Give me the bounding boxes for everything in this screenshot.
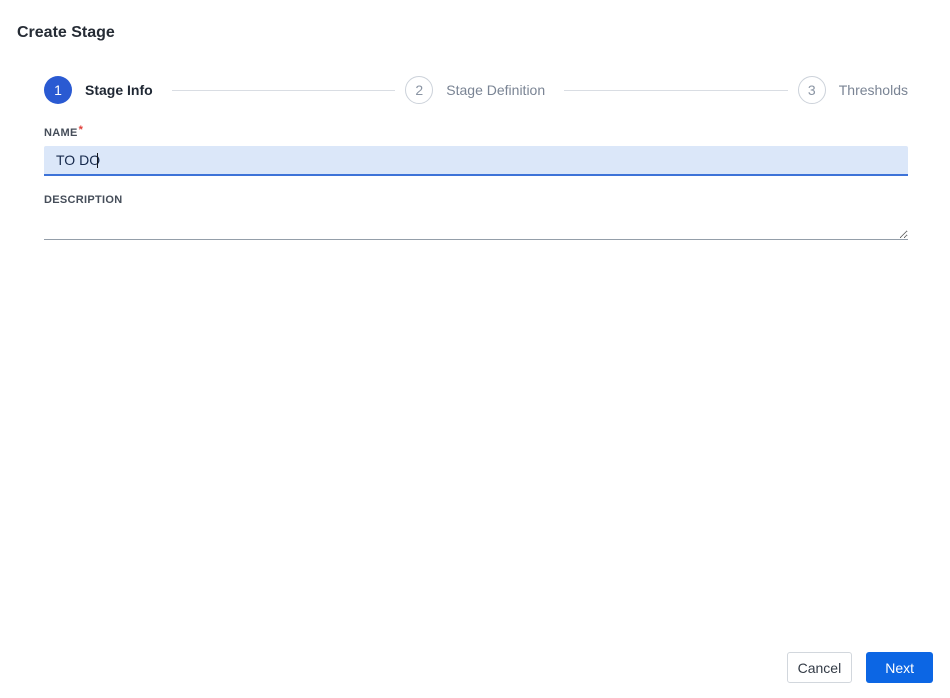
dialog-footer: Cancel Next [786, 652, 933, 683]
name-field-label: NAME* [44, 124, 84, 139]
name-input[interactable] [44, 146, 908, 176]
next-button[interactable]: Next [866, 652, 933, 683]
name-input-wrap [44, 146, 908, 176]
stepper-step-stage-info[interactable]: 1 Stage Info [44, 76, 153, 104]
description-label-text: DESCRIPTION [44, 194, 123, 206]
create-stage-dialog: Create Stage 1 Stage Info 2 Stage Defini… [0, 0, 950, 698]
step-1-number: 1 [54, 82, 62, 98]
stepper-step-stage-definition[interactable]: 2 Stage Definition [405, 76, 545, 104]
description-field-label: DESCRIPTION [44, 194, 122, 206]
text-cursor-caret [97, 153, 98, 168]
step-3-circle: 3 [797, 76, 826, 104]
step-3-number: 3 [807, 82, 816, 98]
step-connector-2 [564, 89, 788, 91]
stepper-step-thresholds[interactable]: 3 Thresholds [797, 76, 908, 104]
step-2-label: Stage Definition [446, 82, 546, 98]
name-label-text: NAME [44, 127, 78, 139]
step-1-circle: 1 [44, 76, 72, 104]
wizard-stepper: 1 Stage Info 2 Stage Definition 3 Thresh… [44, 76, 908, 104]
step-2-circle: 2 [405, 76, 434, 104]
step-3-label: Thresholds [838, 82, 908, 98]
description-textarea[interactable] [44, 209, 908, 240]
cancel-button[interactable]: Cancel [786, 652, 853, 683]
step-connector-1 [171, 89, 396, 91]
page-title: Create Stage [17, 24, 115, 41]
step-2-number: 2 [415, 82, 424, 98]
required-asterisk: * [78, 124, 84, 136]
step-1-label: Stage Info [85, 82, 153, 98]
